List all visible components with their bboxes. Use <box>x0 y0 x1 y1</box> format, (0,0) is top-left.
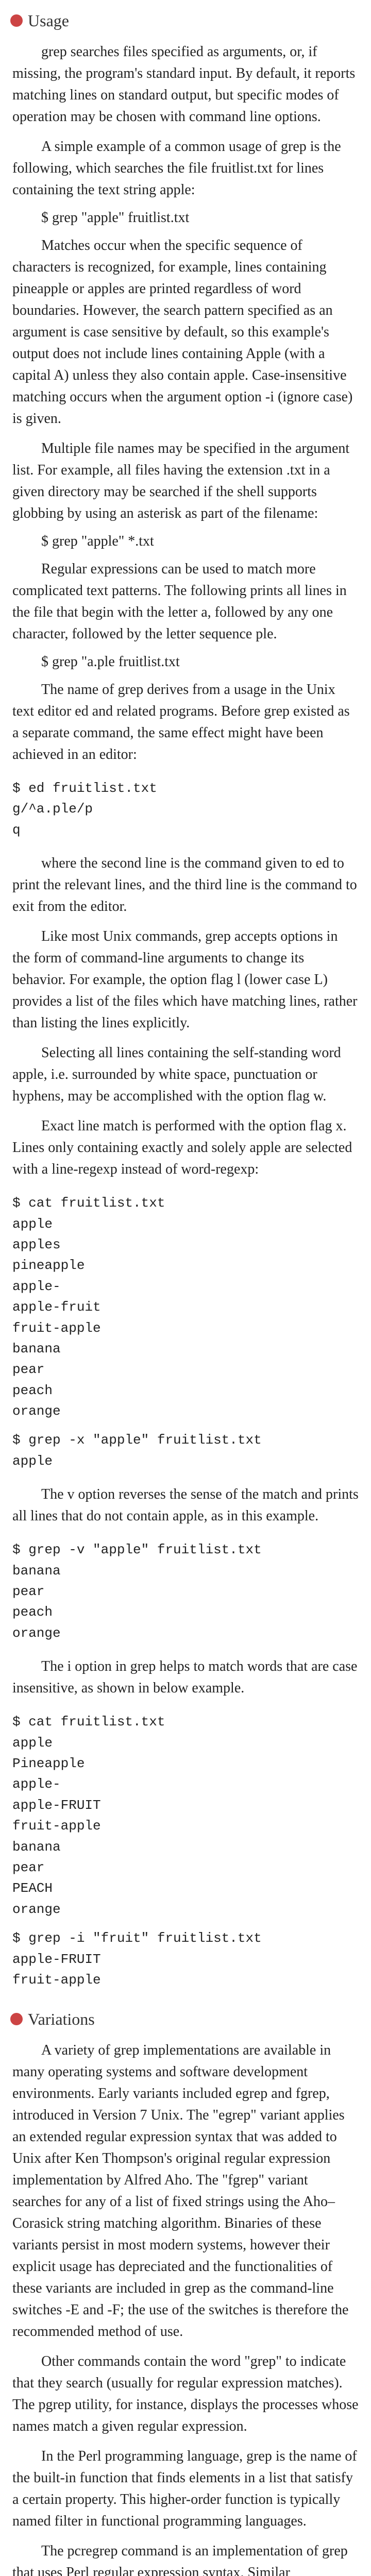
variations-p4: The pcregrep command is an implementatio… <box>0 2536 371 2576</box>
cat-block-l8: banana <box>0 1338 371 1359</box>
bullet-icon <box>10 14 23 27</box>
usage-section-header: Usage <box>0 0 371 37</box>
cat2-l4: apple- <box>0 1774 371 1794</box>
variations-p2: Other commands contain the word "grep" t… <box>0 2347 371 2442</box>
cat2-l3: Pineapple <box>0 1753 371 1774</box>
cat2-l2: apple <box>0 1733 371 1753</box>
cat-block-l11: orange <box>0 1401 371 1421</box>
usage-p8: Like most Unix commands, grep accepts op… <box>0 922 371 1038</box>
cmd-grep-regex: $ grep "a.ple fruitlist.txt <box>0 649 371 675</box>
grep-v-l4: peach <box>0 1602 371 1622</box>
grep-v-l5: orange <box>0 1623 371 1643</box>
cat-block-l7: fruit-apple <box>0 1318 371 1338</box>
cat2-l1: $ cat fruitlist.txt <box>0 1711 371 1732</box>
grep-v-l3: pear <box>0 1581 371 1602</box>
variations-section-header: Variations <box>0 1998 371 2036</box>
cat2-l9: PEACH <box>0 1878 371 1899</box>
usage-p11: The v option reverses the sense of the m… <box>0 1480 371 1531</box>
ed-block-l3: q <box>0 820 371 840</box>
variations-p3: In the Perl programming language, grep i… <box>0 2442 371 2536</box>
usage-p4: Multiple file names may be specified in … <box>0 434 371 529</box>
cat-block-l10: peach <box>0 1380 371 1401</box>
ed-block-l1: $ ed fruitlist.txt <box>0 778 371 799</box>
variations-p1: A variety of grep implementations are av… <box>0 2036 371 2347</box>
cat-block-l3: apples <box>0 1234 371 1255</box>
cat2-l10: orange <box>0 1899 371 1920</box>
grep-i-l2: apple-FRUIT <box>0 1949 371 1970</box>
cat2-l7: banana <box>0 1837 371 1857</box>
cmd-grep-apple-glob: $ grep "apple" *.txt <box>0 529 371 554</box>
usage-p6: The name of grep derives from a usage in… <box>0 675 371 770</box>
cmd-grep-apple: $ grep "apple" fruitlist.txt <box>0 205 371 231</box>
grep-x-l1: $ grep -x "apple" fruitlist.txt <box>0 1430 371 1450</box>
grep-i-l3: fruit-apple <box>0 1970 371 1990</box>
ed-block-l2: g/^a.ple/p <box>0 799 371 819</box>
cat2-l8: pear <box>0 1857 371 1878</box>
grep-v-l1: $ grep -v "apple" fruitlist.txt <box>0 1539 371 1560</box>
usage-p12: The i option in grep helps to match word… <box>0 1652 371 1703</box>
grep-x-l2: apple <box>0 1451 371 1471</box>
cat-block-l6: apple-fruit <box>0 1297 371 1317</box>
grep-v-l2: banana <box>0 1561 371 1581</box>
variations-title: Variations <box>28 2007 95 2031</box>
usage-p10: Exact line match is performed with the o… <box>0 1111 371 1184</box>
cat2-l5: apple-FRUIT <box>0 1795 371 1816</box>
cat-block-l1: $ cat fruitlist.txt <box>0 1193 371 1213</box>
cat-block-l5: apple- <box>0 1276 371 1297</box>
usage-p7: where the second line is the command giv… <box>0 849 371 922</box>
grep-i-l1: $ grep -i "fruit" fruitlist.txt <box>0 1928 371 1948</box>
usage-p2: A simple example of a common usage of gr… <box>0 132 371 205</box>
usage-title: Usage <box>28 8 69 33</box>
cat-block-l4: pineapple <box>0 1255 371 1276</box>
bullet-icon <box>10 2013 23 2025</box>
usage-p5: Regular expressions can be used to match… <box>0 554 371 649</box>
usage-p9: Selecting all lines containing the self-… <box>0 1038 371 1111</box>
cat2-l6: fruit-apple <box>0 1816 371 1836</box>
usage-p3: Matches occur when the specific sequence… <box>0 231 371 434</box>
cat-block-l2: apple <box>0 1214 371 1234</box>
cat-block-l9: pear <box>0 1359 371 1380</box>
usage-p1: grep searches files specified as argumen… <box>0 37 371 132</box>
